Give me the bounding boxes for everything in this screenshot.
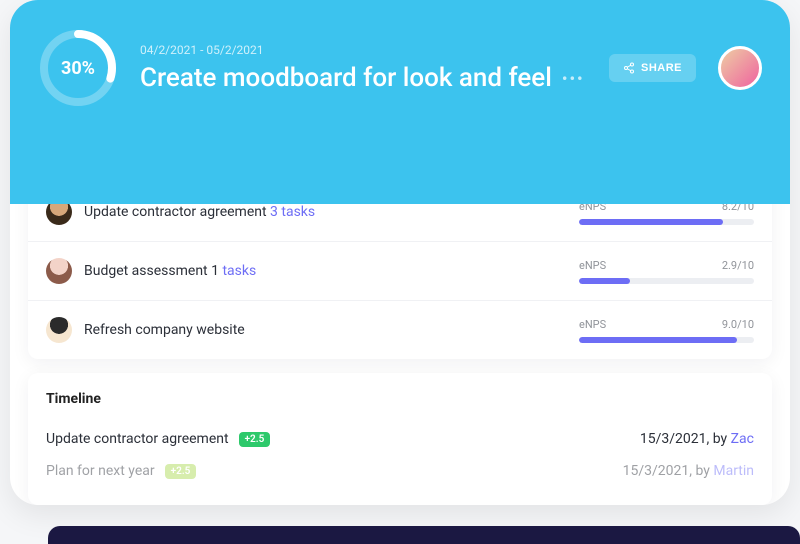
- target-row[interactable]: Budget assessment 1 tasks eNPS 2.9/10: [28, 241, 772, 300]
- share-button[interactable]: SHARE: [609, 54, 696, 82]
- background-panel: [48, 526, 800, 544]
- target-title: Refresh company website: [84, 322, 245, 338]
- metric-label: eNPS: [579, 259, 606, 272]
- progress-percent: 30%: [38, 28, 118, 108]
- timeline-item-title: Plan for next year: [46, 463, 155, 479]
- target-metric: eNPS 2.9/10: [579, 259, 754, 284]
- more-icon[interactable]: •••: [562, 69, 585, 88]
- user-avatar[interactable]: [718, 46, 762, 90]
- metric-label: eNPS: [579, 318, 606, 331]
- timeline-item-date: 15/3/2021: [623, 463, 690, 479]
- target-title: Update contractor agreement: [84, 204, 267, 220]
- metric-score: 2.9/10: [722, 259, 754, 272]
- assignee-avatar: [46, 317, 72, 343]
- progress-ring: 30%: [38, 28, 118, 108]
- share-button-label: SHARE: [641, 62, 682, 74]
- target-tasks-link[interactable]: 3 tasks: [270, 204, 315, 220]
- target-title: Budget assessment 1: [84, 263, 219, 279]
- timeline-item-author[interactable]: Zac: [731, 431, 754, 447]
- timeline-item-date: 15/3/2021: [640, 431, 707, 447]
- delta-badge: +2.5: [239, 432, 271, 447]
- timeline-panel: Timeline Update contractor agreement +2.…: [28, 373, 772, 505]
- metric-score: 9.0/10: [722, 318, 754, 331]
- date-range: 04/2/2021 - 05/2/2021: [140, 43, 587, 57]
- timeline-item-author[interactable]: Martin: [713, 463, 754, 479]
- assignee-avatar: [46, 258, 72, 284]
- target-tasks-link[interactable]: tasks: [222, 263, 256, 279]
- timeline-item-title: Update contractor agreement: [46, 431, 229, 447]
- share-icon: [623, 62, 635, 74]
- page-title: Create moodboard for look and feel: [140, 63, 552, 93]
- target-metric: eNPS 9.0/10: [579, 318, 754, 343]
- timeline-row[interactable]: Update contractor agreement +2.5 15/3/20…: [46, 423, 754, 455]
- delta-badge: +2.5: [165, 464, 197, 479]
- hero-header: 30% 04/2/2021 - 05/2/2021 Create moodboa…: [10, 0, 790, 204]
- timeline-row[interactable]: Plan for next year +2.5 15/3/2021, by Ma…: [46, 455, 754, 487]
- target-row[interactable]: Refresh company website eNPS 9.0/10: [28, 300, 772, 359]
- timeline-heading: Timeline: [46, 391, 754, 407]
